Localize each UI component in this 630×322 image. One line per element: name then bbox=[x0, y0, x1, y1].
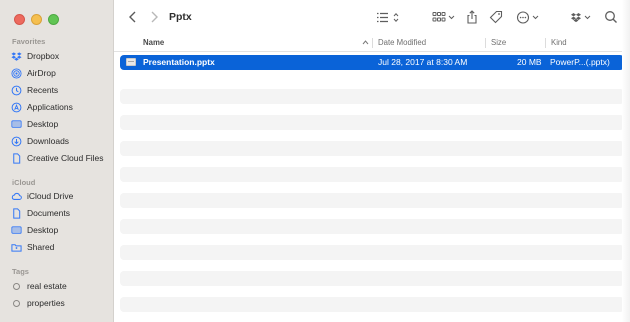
sidebar-item-label: Downloads bbox=[27, 136, 70, 146]
shared-folder-icon bbox=[11, 242, 22, 253]
sidebar-item-label: Creative Cloud Files bbox=[27, 153, 104, 163]
column-divider[interactable] bbox=[485, 38, 486, 48]
window-edge bbox=[622, 0, 630, 322]
download-icon bbox=[11, 136, 22, 147]
sidebar-item-dropbox[interactable]: Dropbox bbox=[11, 48, 111, 64]
window-title: Pptx bbox=[169, 11, 192, 23]
desktop-icon bbox=[11, 225, 22, 236]
sidebar-item-label: Applications bbox=[27, 102, 73, 112]
tags-section-label: Tags bbox=[12, 267, 29, 276]
column-header: Name Date Modified Size Kind bbox=[114, 35, 630, 52]
sidebar-item-label: iCloud Drive bbox=[27, 191, 74, 201]
sidebar-item-tag-real-estate[interactable]: real estate bbox=[11, 278, 111, 294]
sidebar-item-airdrop[interactable]: AirDrop bbox=[11, 65, 111, 81]
sidebar-item-label: real estate bbox=[27, 281, 67, 291]
cloud-icon bbox=[11, 191, 22, 202]
empty-row bbox=[120, 219, 624, 234]
tag-icon bbox=[489, 10, 503, 24]
file-size: 20 MB bbox=[517, 57, 542, 67]
clock-icon bbox=[11, 85, 22, 96]
file-list: Presentation.pptx Jul 28, 2017 at 8:30 A… bbox=[114, 52, 630, 322]
search-icon bbox=[605, 11, 617, 23]
tag-dot-icon bbox=[13, 299, 20, 307]
dropbox-icon bbox=[11, 51, 22, 62]
minimize-button[interactable] bbox=[31, 14, 42, 25]
grid-icon bbox=[432, 12, 455, 22]
column-divider[interactable] bbox=[372, 38, 373, 48]
empty-row bbox=[120, 271, 624, 286]
document-icon bbox=[11, 152, 22, 164]
list-view-icon bbox=[377, 12, 399, 23]
sidebar-item-documents[interactable]: Documents bbox=[11, 205, 111, 221]
column-divider[interactable] bbox=[545, 38, 546, 48]
sidebar-item-creative-cloud-files[interactable]: Creative Cloud Files bbox=[11, 150, 111, 166]
view-options-button[interactable] bbox=[376, 11, 402, 24]
file-date-modified: Jul 28, 2017 at 8:30 AM bbox=[378, 57, 468, 67]
sidebar-item-tag-properties[interactable]: properties bbox=[11, 295, 111, 311]
more-actions-button[interactable] bbox=[516, 11, 542, 24]
column-kind[interactable]: Kind bbox=[551, 38, 567, 47]
search-button[interactable] bbox=[604, 10, 618, 24]
back-button[interactable] bbox=[126, 11, 138, 23]
sidebar-item-label: Desktop bbox=[27, 225, 59, 235]
sidebar-item-icloud-drive[interactable]: iCloud Drive bbox=[11, 188, 111, 204]
sidebar-item-label: AirDrop bbox=[27, 68, 56, 78]
tag-button[interactable] bbox=[489, 10, 503, 24]
sidebar-item-label: Shared bbox=[27, 242, 55, 252]
pptx-file-icon bbox=[126, 58, 136, 66]
share-icon bbox=[467, 10, 477, 24]
sidebar-item-downloads[interactable]: Downloads bbox=[11, 133, 111, 149]
sidebar-item-shared[interactable]: Shared bbox=[11, 239, 111, 255]
airdrop-icon bbox=[11, 67, 22, 79]
dropbox-icon bbox=[571, 13, 591, 23]
close-button[interactable] bbox=[14, 14, 25, 25]
document-icon bbox=[11, 207, 22, 219]
finder-window: Favorites Dropbox AirDrop Recents Applic… bbox=[0, 0, 630, 322]
column-date-modified[interactable]: Date Modified bbox=[378, 38, 426, 47]
desktop-icon bbox=[11, 119, 22, 130]
file-name: Presentation.pptx bbox=[143, 57, 215, 67]
share-button[interactable] bbox=[466, 10, 478, 24]
sidebar-item-label: Documents bbox=[27, 208, 70, 218]
sidebar-item-desktop[interactable]: Desktop bbox=[11, 116, 111, 132]
tag-dot-icon bbox=[13, 282, 20, 290]
sidebar-item-icloud-desktop[interactable]: Desktop bbox=[11, 222, 111, 238]
empty-row bbox=[120, 193, 624, 208]
group-button[interactable] bbox=[432, 11, 456, 24]
sidebar-item-label: Recents bbox=[27, 85, 59, 95]
empty-row bbox=[120, 89, 624, 104]
chevron-left-icon bbox=[128, 11, 135, 23]
dropbox-button[interactable] bbox=[570, 11, 592, 24]
window-controls bbox=[14, 14, 59, 25]
empty-row bbox=[120, 245, 624, 260]
sidebar-item-label: Dropbox bbox=[27, 51, 60, 61]
favorites-section-label: Favorites bbox=[12, 37, 46, 46]
empty-row bbox=[120, 141, 624, 156]
sidebar-item-recents[interactable]: Recents bbox=[11, 82, 111, 98]
toolbar: Pptx bbox=[114, 0, 630, 36]
sidebar-item-label: Desktop bbox=[27, 119, 59, 129]
empty-row bbox=[120, 167, 624, 182]
column-name[interactable]: Name bbox=[143, 38, 164, 47]
empty-row bbox=[120, 297, 624, 312]
empty-row bbox=[120, 115, 624, 130]
forward-button[interactable] bbox=[148, 11, 160, 23]
sidebar-item-applications[interactable]: Applications bbox=[11, 99, 111, 115]
ellipsis-circle-icon bbox=[516, 11, 539, 24]
file-kind: PowerP...(.pptx) bbox=[550, 57, 610, 67]
sort-ascending-icon bbox=[362, 40, 369, 45]
sidebar: Favorites Dropbox AirDrop Recents Applic… bbox=[0, 0, 114, 322]
icloud-section-label: iCloud bbox=[12, 178, 36, 187]
sidebar-item-label: properties bbox=[27, 298, 65, 308]
zoom-button[interactable] bbox=[48, 14, 59, 25]
column-size[interactable]: Size bbox=[491, 38, 506, 47]
file-row-selected[interactable]: Presentation.pptx Jul 28, 2017 at 8:30 A… bbox=[120, 55, 624, 70]
applications-icon bbox=[11, 102, 22, 113]
chevron-right-icon bbox=[151, 11, 158, 23]
